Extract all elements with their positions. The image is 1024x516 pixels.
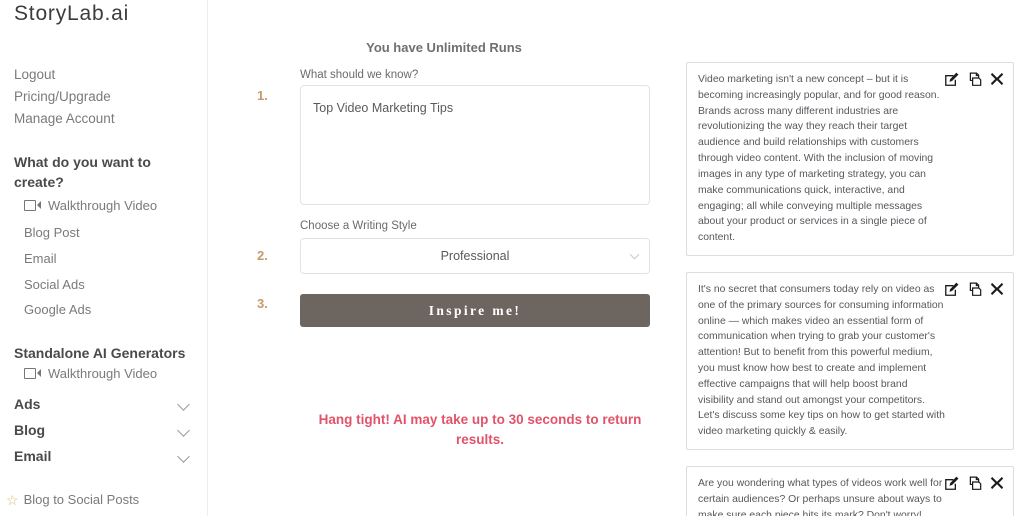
status-message: Hang tight! AI may take up to 30 seconds… bbox=[318, 412, 642, 447]
result-card-actions bbox=[944, 72, 1004, 87]
chevron-down-icon bbox=[178, 452, 191, 460]
writing-style-label: Choose a Writing Style bbox=[300, 220, 417, 232]
step-number-2: 2. bbox=[257, 248, 268, 263]
unlimited-runs-banner: You have Unlimited Runs bbox=[366, 40, 522, 55]
sidebar-item-google-ads[interactable]: Google Ads bbox=[24, 302, 91, 317]
result-card-text: Video marketing isn't a new concept – bu… bbox=[698, 74, 940, 244]
sidebar-item-label: Walkthrough Video bbox=[48, 198, 158, 213]
sidebar-link-pricing-upgrade[interactable]: Pricing/Upgrade bbox=[14, 89, 111, 104]
app-root: StoryLab.ai Logout Pricing/Upgrade Manag… bbox=[0, 0, 1024, 516]
edit-icon[interactable] bbox=[944, 476, 959, 491]
result-card: It's no secret that consumers today rely… bbox=[686, 271, 1014, 451]
star-icon: ☆ bbox=[6, 491, 19, 508]
app-logo[interactable]: StoryLab.ai bbox=[14, 2, 129, 26]
sidebar-accordion-label: Blog bbox=[14, 422, 46, 438]
video-camera-icon bbox=[24, 200, 41, 211]
sidebar-item-walkthrough-video[interactable]: Walkthrough Video bbox=[24, 198, 157, 213]
sidebar-item-label: Google Ads bbox=[24, 302, 92, 317]
results-list: Video marketing isn't a new concept – bu… bbox=[686, 62, 1014, 516]
sidebar-item-standalone-walkthrough-video[interactable]: Walkthrough Video bbox=[24, 366, 157, 381]
prompt-input[interactable] bbox=[300, 85, 650, 205]
result-card-text: Are you wondering what types of videos w… bbox=[698, 478, 943, 516]
sidebar-item-label: Blog to Social Posts bbox=[23, 492, 140, 507]
sidebar-link-logout[interactable]: Logout bbox=[14, 67, 55, 82]
sidebar-heading-create: What do you want to create? bbox=[14, 154, 151, 191]
sidebar-link-manage-account[interactable]: Manage Account bbox=[14, 111, 115, 126]
writing-style-select-wrapper: ProfessionalCasualWittyFriendlyPersuasiv… bbox=[300, 238, 650, 274]
sidebar-item-label: Walkthrough Video bbox=[48, 366, 158, 381]
step-number-1: 1. bbox=[257, 88, 268, 103]
prompt-label: What should we know? bbox=[300, 69, 419, 81]
sidebar-item-label: Blog Post bbox=[24, 225, 80, 240]
edit-icon[interactable] bbox=[944, 282, 959, 297]
result-card-text: It's no secret that consumers today rely… bbox=[698, 283, 945, 438]
sidebar-heading-standalone-generators: Standalone AI Generators bbox=[14, 345, 186, 361]
chevron-down-icon bbox=[178, 400, 191, 408]
sidebar-accordion-email[interactable]: Email bbox=[14, 448, 194, 464]
copy-icon[interactable] bbox=[967, 282, 982, 297]
chevron-down-icon bbox=[178, 426, 191, 434]
sidebar-item-blog-to-social-posts[interactable]: ☆ Blog to Social Posts bbox=[6, 492, 139, 507]
sidebar-accordion-label: Email bbox=[14, 448, 52, 464]
result-card-actions bbox=[944, 282, 1004, 297]
video-camera-icon bbox=[24, 368, 41, 379]
copy-icon[interactable] bbox=[967, 72, 982, 87]
close-icon[interactable] bbox=[990, 72, 1004, 86]
sidebar-item-social-ads[interactable]: Social Ads bbox=[24, 277, 85, 292]
step-number-3: 3. bbox=[257, 296, 268, 311]
sidebar-accordion-ads[interactable]: Ads bbox=[14, 396, 194, 412]
writing-style-select[interactable]: ProfessionalCasualWittyFriendlyPersuasiv… bbox=[300, 238, 650, 274]
sidebar: StoryLab.ai Logout Pricing/Upgrade Manag… bbox=[0, 0, 208, 516]
close-icon[interactable] bbox=[990, 476, 1004, 490]
copy-icon[interactable] bbox=[967, 476, 982, 491]
sidebar-item-blog-post[interactable]: Blog Post bbox=[24, 225, 80, 240]
result-card-actions bbox=[944, 476, 1004, 491]
sidebar-accordion-blog[interactable]: Blog bbox=[14, 422, 194, 438]
sidebar-accordion-label: Ads bbox=[14, 396, 41, 412]
sidebar-item-label: Email bbox=[24, 251, 57, 266]
sidebar-item-label: Social Ads bbox=[24, 277, 85, 292]
inspire-me-button[interactable]: Inspire me! bbox=[300, 294, 650, 327]
result-card: Video marketing isn't a new concept – bu… bbox=[686, 62, 1014, 256]
close-icon[interactable] bbox=[990, 282, 1004, 296]
edit-icon[interactable] bbox=[944, 72, 959, 87]
result-card: Are you wondering what types of videos w… bbox=[686, 466, 1014, 516]
sidebar-item-email[interactable]: Email bbox=[24, 251, 57, 266]
